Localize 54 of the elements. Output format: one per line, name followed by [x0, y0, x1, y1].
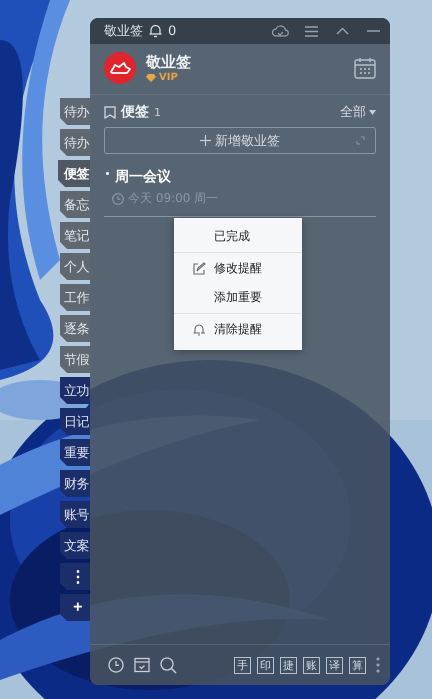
- side-tab[interactable]: 逐条: [60, 315, 90, 342]
- side-tab[interactable]: 立功: [60, 377, 90, 404]
- profile-name: 敬业签: [146, 53, 191, 72]
- side-tab[interactable]: 个人: [60, 253, 90, 280]
- tool-button[interactable]: 账: [303, 656, 320, 674]
- side-tab[interactable]: 账号: [60, 501, 90, 528]
- side-tab[interactable]: 便签: [58, 160, 90, 187]
- clock-icon: [112, 192, 124, 204]
- diamond-icon: [146, 74, 156, 82]
- more-tabs-button[interactable]: ⋮: [60, 563, 90, 590]
- vip-label: VIP: [159, 72, 178, 83]
- side-tab[interactable]: 待办: [60, 129, 90, 156]
- calendar-icon[interactable]: [354, 57, 376, 79]
- bell-icon: [192, 322, 206, 336]
- cloud-icon[interactable]: [272, 24, 289, 38]
- note-count: 1: [154, 106, 161, 118]
- tool-button[interactable]: 手: [234, 656, 251, 674]
- add-tab-button[interactable]: +: [60, 594, 90, 621]
- side-tab[interactable]: 日记: [60, 408, 90, 435]
- notification-count: 0: [168, 24, 176, 38]
- side-tab[interactable]: 财务: [60, 470, 90, 497]
- menu-item[interactable]: 添加重要: [174, 283, 302, 312]
- menu-item[interactable]: 已完成: [174, 222, 302, 251]
- calendar-check-icon[interactable]: [134, 657, 150, 673]
- side-tab[interactable]: 文案: [60, 532, 90, 559]
- caret-icon: [369, 110, 376, 114]
- filter-dropdown[interactable]: 全部: [340, 103, 376, 121]
- tool-button[interactable]: 印: [257, 656, 274, 674]
- window-title: 敬业签: [104, 23, 143, 40]
- tool-button[interactable]: 捷: [280, 656, 297, 674]
- side-tab[interactable]: 节假: [60, 346, 90, 373]
- new-note-button[interactable]: 新增敬业签: [104, 127, 376, 154]
- search-icon[interactable]: [160, 656, 177, 674]
- side-tab[interactable]: 工作: [60, 284, 90, 311]
- section-title: 便签: [121, 103, 149, 121]
- tool-button[interactable]: 算: [349, 656, 366, 674]
- side-tab[interactable]: 笔记: [60, 222, 90, 249]
- note-title: 周一会议: [115, 168, 171, 186]
- menu-icon[interactable]: [305, 26, 318, 36]
- side-tab[interactable]: 重要: [60, 439, 90, 466]
- more-icon[interactable]: [376, 657, 380, 673]
- bell-icon[interactable]: [149, 24, 162, 38]
- bullet-dot: [106, 172, 109, 174]
- plus-icon: [200, 135, 211, 146]
- bookmark-icon: [104, 106, 116, 118]
- app-logo: [104, 52, 136, 84]
- side-tab[interactable]: 待办: [60, 98, 90, 125]
- tool-button[interactable]: 译: [326, 656, 343, 674]
- side-tab[interactable]: 备忘: [60, 191, 90, 218]
- menu-item[interactable]: 修改提醒: [174, 254, 302, 283]
- clock-icon[interactable]: [108, 657, 124, 673]
- collapse-icon[interactable]: [336, 27, 349, 35]
- edit-icon: [192, 262, 206, 276]
- menu-item[interactable]: 清除提醒: [174, 315, 302, 344]
